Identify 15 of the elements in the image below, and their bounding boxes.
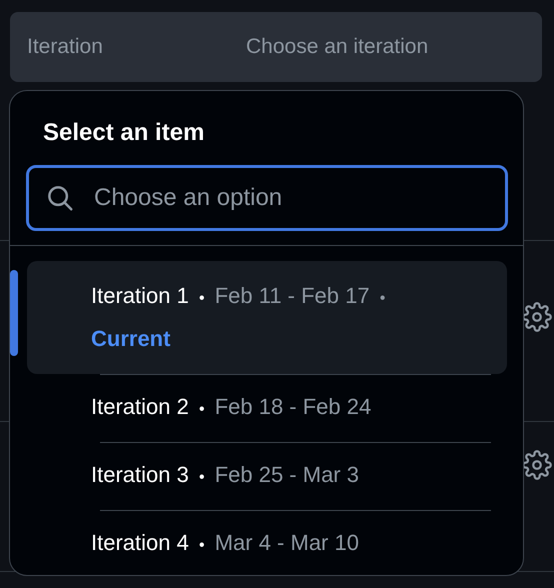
field-label: Iteration <box>27 34 104 60</box>
search-icon <box>45 183 75 213</box>
item-label: Iteration 2 • Feb 18 - Feb 24 <box>91 393 372 421</box>
item-label: Iteration 1 • Feb 11 - Feb 17 • Current <box>91 282 386 353</box>
dropdown-title: Select an item <box>43 118 204 148</box>
settings-icon[interactable] <box>522 450 552 480</box>
settings-icon[interactable] <box>522 302 552 332</box>
item-label: Iteration 4 • Mar 4 - Mar 10 <box>91 529 360 557</box>
iteration-field[interactable]: Iteration Choose an iteration <box>10 12 542 82</box>
list-item[interactable]: Iteration 4 • Mar 4 - Mar 10 <box>27 511 507 575</box>
list-item[interactable]: Iteration 2 • Feb 18 - Feb 24 <box>27 375 507 442</box>
search-field[interactable]: Choose an option <box>26 165 508 231</box>
field-value: Choose an iteration <box>246 34 428 60</box>
list-item[interactable]: Iteration 3 • Feb 25 - Mar 3 <box>27 443 507 510</box>
item-label: Iteration 3 • Feb 25 - Mar 3 <box>91 461 360 489</box>
